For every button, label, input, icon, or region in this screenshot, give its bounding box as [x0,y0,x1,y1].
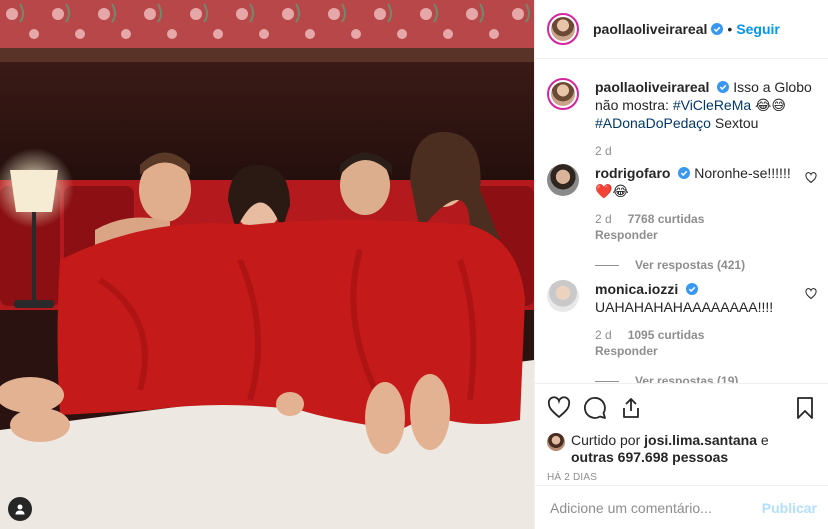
commenter-avatar[interactable] [547,280,579,312]
post-photo[interactable] [0,0,534,529]
verified-badge-icon [717,81,730,93]
follow-button[interactable]: Seguir [736,21,780,37]
liked-by-others[interactable]: outras 697.698 pessoas [571,449,728,465]
comment-like-heart-icon[interactable] [805,172,817,184]
author-avatar[interactable] [547,13,579,45]
post-caption: paollaoliveirareal Isso a Globo não most… [547,78,817,158]
comment-text: UAHAHAHAHAAAAAAAA!!!! [595,299,774,315]
post-header: paollaoliveirareal • Seguir [535,0,828,59]
comment-likes[interactable]: 7768 curtidas [628,212,705,226]
liked-by-and: e [756,432,769,448]
liker-username[interactable]: josi.lima.santana [644,432,757,448]
comment-item: monica.iozzi UAHAHAHAHAAAAAAAA!!!! 2 d 1… [547,280,817,383]
verified-badge-icon [686,283,699,295]
post-side-panel: paollaoliveirareal • Seguir paollaolivei… [534,0,828,529]
separator-dot: • [727,21,733,37]
bookmark-icon[interactable] [793,396,817,420]
comment-text: Noronhe-se!!!!!! [694,165,791,181]
comment-like-heart-icon[interactable] [805,288,817,300]
caption-author-avatar[interactable] [547,78,579,110]
post-photo-illustration [0,0,534,529]
share-icon[interactable] [619,396,643,420]
hashtag-link[interactable]: #ADonaDoPedaço [595,115,711,131]
view-replies-button[interactable]: Ver respostas (421) [595,258,817,272]
hashtag-link[interactable]: #ViCleReMa [673,97,751,113]
replies-line [595,264,619,266]
post-timestamp[interactable]: HÁ 2 DIAS [547,472,817,483]
commenter-avatar[interactable] [547,164,579,196]
publish-button[interactable]: Publicar [762,500,817,516]
liked-by-prefix: Curtido por [571,432,645,448]
commenter-username[interactable]: monica.iozzi [595,281,678,297]
author-username[interactable]: paollaoliveirareal [593,21,707,37]
replies-line [595,380,619,382]
comment-item: rodrigofaro Noronhe-se!!!!!! ❤️😂 2 d 776… [547,164,817,272]
post-actions: Curtido por josi.lima.santana e outras 6… [535,383,828,483]
comment-age[interactable]: 2 d [595,328,612,342]
comment-icon[interactable] [583,396,607,420]
comments-list[interactable]: paollaoliveirareal Isso a Globo não most… [535,60,828,383]
caption-author-username[interactable]: paollaoliveirareal [595,79,709,95]
view-replies-label[interactable]: Ver respostas (421) [635,258,745,272]
verified-badge-icon [678,167,691,179]
caption-emoji: 😂😅 [751,97,787,113]
liker-avatar[interactable] [547,433,565,451]
caption-text-end: Sextou [710,115,759,131]
heart-icon[interactable] [547,396,571,420]
comment-input[interactable] [550,499,762,516]
reply-button[interactable]: Responder [595,228,817,242]
view-replies-button[interactable]: Ver respostas (19) [595,374,817,383]
view-replies-label[interactable]: Ver respostas (19) [635,374,738,383]
comment-age[interactable]: 2 d [595,212,612,226]
comment-emoji: ❤️😂 [595,183,629,199]
comment-likes[interactable]: 1095 curtidas [628,328,705,342]
caption-age[interactable]: 2 d [595,144,612,158]
add-comment-form: Publicar [535,485,828,529]
reply-button[interactable]: Responder [595,344,817,358]
commenter-username[interactable]: rodrigofaro [595,165,670,181]
user-tag-icon[interactable] [8,497,32,521]
verified-badge-icon [711,23,724,35]
liked-by: Curtido por josi.lima.santana e outras 6… [547,432,817,466]
